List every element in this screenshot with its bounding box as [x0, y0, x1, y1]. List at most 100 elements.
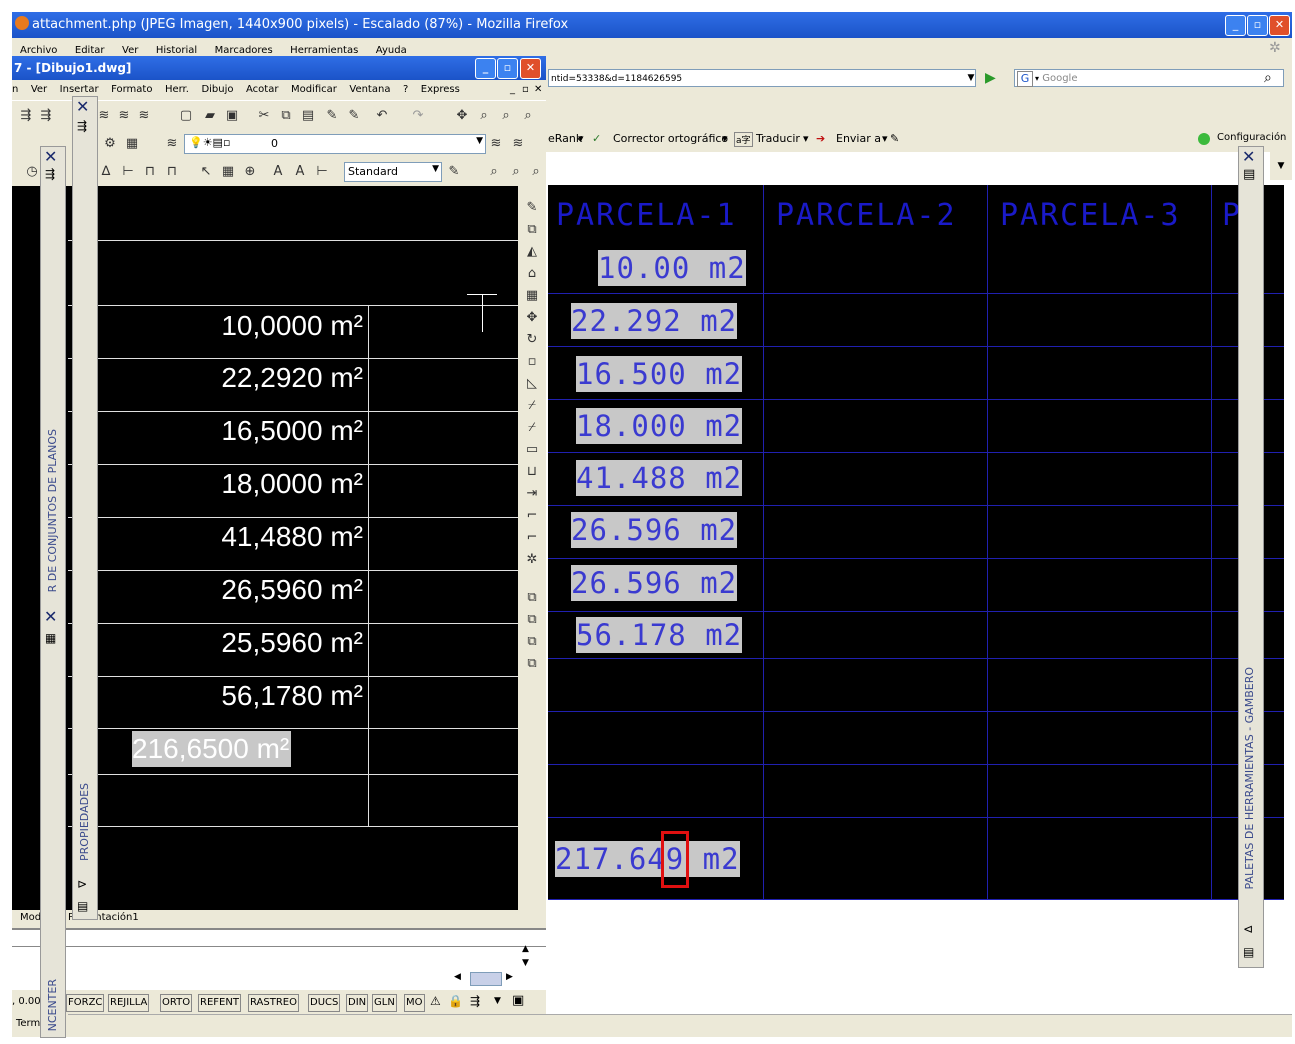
fillet-icon[interactable]: ⌐ — [524, 530, 540, 546]
zoom-icon[interactable]: ⌕ — [486, 164, 502, 180]
draworder-icon[interactable]: ⧉ — [524, 612, 540, 628]
spellcheck-dropdown-icon[interactable]: ▾ — [722, 132, 728, 145]
acad-menu-express[interactable]: Express — [421, 80, 460, 100]
dim-aligned-icon[interactable]: ⊢ — [120, 164, 136, 180]
acad-menu-ver[interactable]: Ver — [31, 80, 47, 100]
url-dropdown-icon[interactable]: ▼ — [963, 69, 979, 87]
zoom-realtime-icon[interactable]: ⌕ — [476, 108, 492, 124]
close-button[interactable]: ✕ — [1269, 15, 1290, 36]
send-dropdown-icon[interactable]: ▾ — [882, 132, 888, 145]
content-scroll-dropdown-icon[interactable]: ▼ — [1270, 152, 1292, 180]
dim-text-edit-icon[interactable]: A — [292, 164, 308, 180]
offset-icon[interactable]: ⌂ — [524, 266, 540, 282]
autocad-maximize-button[interactable]: ▫ — [497, 58, 518, 79]
doc-restore-icon[interactable]: ▫ — [522, 80, 529, 100]
scroll-left-icon[interactable]: ◀ — [454, 972, 461, 982]
lwt-button[interactable]: GLN — [372, 994, 397, 1012]
lock-icon[interactable]: 🔒 — [448, 994, 463, 1008]
model-button[interactable]: MO — [404, 994, 425, 1012]
scroll-right-icon[interactable]: ▶ — [506, 972, 513, 982]
properties-options-icon[interactable]: ▤ — [77, 899, 88, 913]
panel-menu-icon[interactable]: ⇶ — [45, 167, 55, 181]
undo-icon[interactable]: ↶ — [374, 108, 390, 124]
workspace-icon[interactable]: ⚙ — [102, 136, 118, 152]
properties-menu-icon[interactable]: ⇶ — [77, 119, 87, 133]
paste-icon[interactable]: ▤ — [300, 108, 316, 124]
acad-menu-dibujo[interactable]: Dibujo — [201, 80, 233, 100]
scroll-down-icon[interactable]: ▼ — [522, 958, 529, 968]
dim-style-dropdown[interactable]: Standard ▼ — [344, 162, 442, 182]
settings-button[interactable]: Configuración — [1217, 132, 1286, 143]
dim-continue-icon[interactable]: ⊓ — [164, 164, 180, 180]
palette-properties-icon[interactable]: ▤ — [1243, 167, 1255, 182]
layers-icon[interactable]: ≋ — [116, 108, 132, 124]
autohide-icon[interactable]: ⊲ — [1243, 922, 1253, 936]
dim-edit-icon[interactable]: A — [270, 164, 286, 180]
draworder-icon[interactable]: ⧉ — [524, 590, 540, 606]
menu-historial[interactable]: Historial — [156, 45, 197, 56]
mirror-icon[interactable]: ◭ — [524, 244, 540, 260]
dim-linear-icon[interactable]: ∆ — [98, 164, 114, 180]
join-icon[interactable]: ⇥ — [524, 486, 540, 502]
close-icon[interactable]: ✕ — [44, 147, 57, 166]
menu-editar[interactable]: Editar — [75, 45, 105, 56]
array-icon[interactable]: ▦ — [524, 288, 540, 304]
erase-icon[interactable]: ✎ — [524, 200, 540, 216]
autocad-minimize-button[interactable]: _ — [475, 58, 496, 79]
cut-icon[interactable]: ✂ — [256, 108, 272, 124]
menu-herramientas[interactable]: Herramientas — [290, 45, 358, 56]
menu-ver[interactable]: Ver — [122, 45, 138, 56]
break-icon[interactable]: ▭ — [524, 442, 540, 458]
translate-dropdown-icon[interactable]: ▾ — [803, 132, 809, 145]
workspace-settings-icon[interactable]: ▦ — [124, 136, 140, 152]
match-properties-icon[interactable]: ✎ — [324, 108, 340, 124]
layer-manager-icon[interactable]: ≋ — [164, 136, 180, 152]
snap-button[interactable]: FORZC — [66, 994, 105, 1012]
pagerank-dropdown-icon[interactable]: ▾ — [578, 132, 584, 145]
zoom-previous-icon[interactable]: ⌕ — [520, 108, 536, 124]
horizontal-scrollbar[interactable] — [470, 972, 502, 986]
osnap-button[interactable]: REFENT — [198, 994, 241, 1012]
zoom-icon[interactable]: ⌕ — [508, 164, 524, 180]
explode-icon[interactable]: ✲ — [524, 552, 540, 568]
layer-dropdown[interactable]: 💡☀▤▫ 0 ▼ — [184, 134, 486, 154]
layer-previous-icon[interactable]: ≋ — [510, 136, 526, 152]
menu-marcadores[interactable]: Marcadores — [215, 45, 273, 56]
stretch-icon[interactable]: ◺ — [524, 376, 540, 392]
center-mark-icon[interactable]: ⊕ — [242, 164, 258, 180]
save-icon[interactable]: ▣ — [224, 108, 240, 124]
minimize-button[interactable]: _ — [1225, 15, 1246, 36]
panel-menu-icon[interactable]: ▦ — [45, 631, 56, 645]
dim-style-icon[interactable]: ✎ — [446, 164, 462, 180]
pan-icon[interactable]: ✥ — [454, 108, 470, 124]
break-at-point-icon[interactable]: ⊔ — [524, 464, 540, 480]
search-input[interactable]: G ▾ Google — [1014, 69, 1284, 87]
go-icon[interactable]: ▶ — [985, 69, 1003, 87]
maximize-button[interactable]: ▫ — [1247, 15, 1268, 36]
pencil-icon[interactable]: ✎ — [890, 132, 899, 145]
dyn-button[interactable]: DIN — [346, 994, 369, 1012]
tolerance-icon[interactable]: ▦ — [220, 164, 236, 180]
acad-menu-herr[interactable]: Herr. — [165, 80, 189, 100]
leader-icon[interactable]: ↖ — [198, 164, 214, 180]
palette-menu-icon[interactable]: ▤ — [1243, 945, 1254, 959]
ducs-button[interactable]: DUCS — [308, 994, 341, 1012]
draworder-icon[interactable]: ⧉ — [524, 656, 540, 672]
layers-icon[interactable]: ≋ — [136, 108, 152, 124]
tab-model[interactable]: Mod — [20, 912, 41, 923]
chevron-down-icon[interactable]: ▼ — [476, 136, 483, 146]
close-icon[interactable]: ✕ — [44, 607, 57, 626]
dim-update-icon[interactable]: ⊢ — [314, 164, 330, 180]
grid-button[interactable]: REJILLA — [108, 994, 150, 1012]
copy-icon[interactable]: ⧉ — [278, 108, 294, 124]
new-file-icon[interactable]: ▢ — [178, 108, 194, 124]
comm-center-icon[interactable]: ⇶ — [470, 994, 480, 1008]
acad-menu-formato[interactable]: Formato — [111, 80, 152, 100]
zoom-icon[interactable]: ⌕ — [528, 164, 544, 180]
cad-total[interactable]: 216,6500 m² — [132, 731, 292, 767]
menu-archivo[interactable]: Archivo — [20, 45, 57, 56]
acad-menu-modificar[interactable]: Modificar — [291, 80, 337, 100]
acad-menu-file[interactable]: n — [12, 80, 18, 100]
acad-menu-help[interactable]: ? — [403, 80, 408, 100]
send-to-button[interactable]: Enviar a — [836, 132, 881, 145]
